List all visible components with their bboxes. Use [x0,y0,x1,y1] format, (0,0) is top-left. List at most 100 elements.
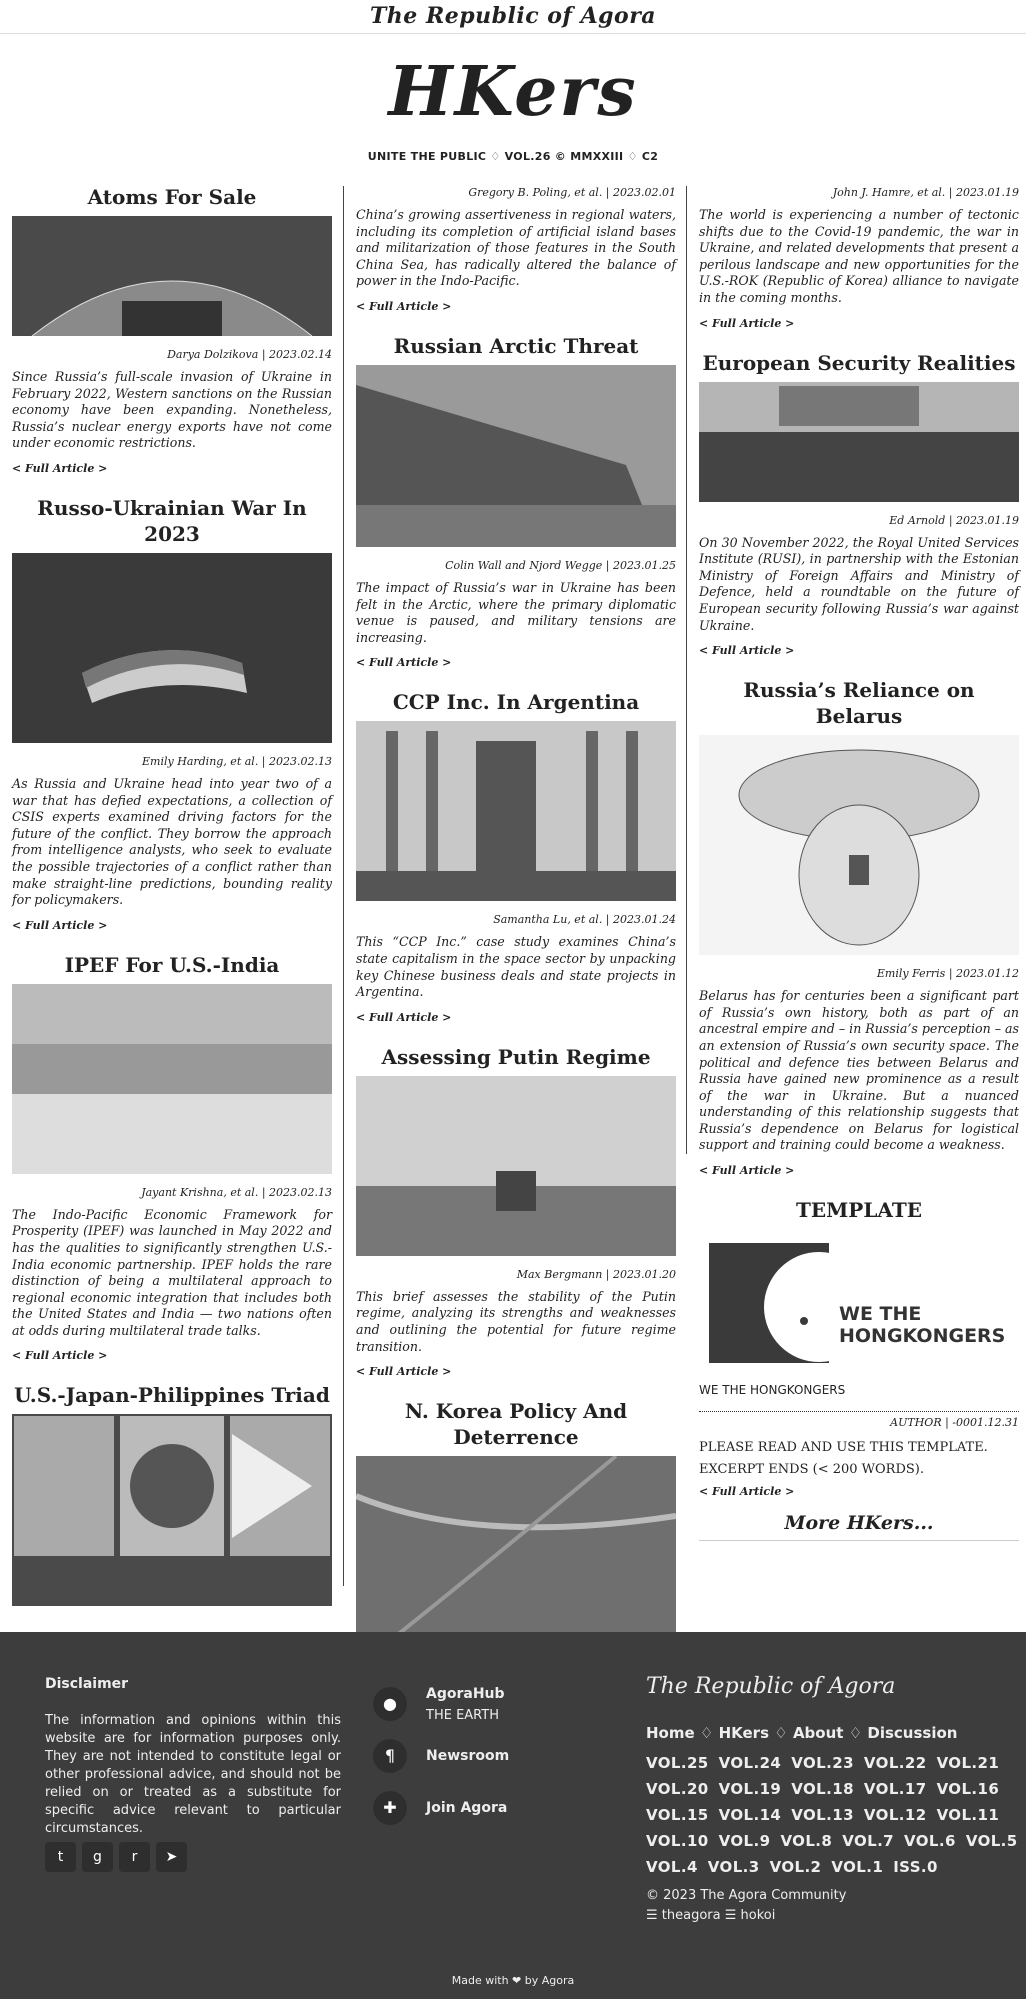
volume-link[interactable]: VOL.3 [708,1858,760,1876]
full-article-link[interactable]: < Full Article > [12,919,332,932]
volume-link[interactable]: VOL.13 [791,1806,854,1824]
telegram-icon[interactable]: ➤ [156,1842,187,1872]
article-excerpt: As Russia and Ukraine head into year two… [12,775,332,908]
twitter-icon[interactable]: t [45,1842,76,1872]
article-image-flags[interactable] [12,1414,332,1607]
footer-site-title[interactable]: The Republic of Agora [646,1674,895,1699]
footer-link-agorahub[interactable]: AgoraHub [426,1686,505,1702]
volume-link[interactable]: VOL.6 [904,1832,956,1850]
github-icon[interactable]: g [82,1842,113,1872]
article-image-rocket[interactable] [356,721,676,902]
full-article-link[interactable]: < Full Article > [699,1485,1019,1498]
full-article-link[interactable]: < Full Article > [356,1011,676,1024]
article-byline: Emily Harding, et al. | 2023.02.13 [142,754,332,768]
more-hkers-link[interactable]: More HKers... [699,1512,1019,1542]
volume-link[interactable]: VOL.25 [646,1754,709,1772]
article-image-reactor[interactable] [12,216,332,336]
volume-link[interactable]: VOL.11 [937,1806,1000,1824]
article-byline: Samantha Lu, et al. | 2023.01.24 [493,913,676,927]
volume-link[interactable]: VOL.20 [646,1780,709,1798]
full-article-link[interactable]: < Full Article > [356,1365,676,1378]
disclaimer-title: Disclaimer [45,1676,129,1692]
nav-hkers[interactable]: HKers [719,1724,769,1742]
article-byline: John J. Hamre, et al. | 2023.01.19 [832,186,1019,199]
footer-link-newsroom[interactable]: Newsroom [426,1748,509,1764]
article-card: IPEF For U.S.-India Jayant Krishna, et a… [12,952,332,1362]
copyright: © 2023 The Agora Community [646,1888,847,1903]
full-article-link[interactable]: < Full Article > [356,656,676,669]
nav-about[interactable]: About [793,1724,844,1742]
volume-link[interactable]: VOL.10 [646,1832,709,1850]
handles[interactable]: ☰ theagora ☰ hokoi [646,1908,775,1923]
reddit-icon[interactable]: r [119,1842,150,1872]
article-title[interactable]: Atoms For Sale [12,184,332,210]
volume-link[interactable]: VOL.19 [719,1780,782,1798]
footer: Disclaimer The information and opinions … [0,1632,1026,1999]
article-title[interactable]: TEMPLATE [699,1197,1019,1223]
full-article-link[interactable]: < Full Article > [699,317,1019,330]
article-title[interactable]: IPEF For U.S.-India [12,952,332,978]
volume-link[interactable]: VOL.4 [646,1858,698,1876]
volume-link[interactable]: VOL.21 [937,1754,1000,1772]
article-excerpt: PLEASE READ AND USE THIS TEMPLATE. [699,1440,988,1456]
volume-link[interactable]: ISS.0 [893,1858,938,1876]
full-article-link[interactable]: < Full Article > [12,1349,332,1362]
template-logo[interactable]: WE THE HONGKONGERS [699,1227,1019,1377]
full-article-link[interactable]: < Full Article > [699,1164,1019,1177]
article-title[interactable]: Assessing Putin Regime [356,1044,676,1070]
article-title[interactable]: U.S.-Japan-Philippines Triad [12,1382,332,1408]
article-image-summit[interactable] [12,983,332,1174]
article-title[interactable]: Russo-Ukrainian War In 2023 [12,495,332,547]
article-image-caricature[interactable] [699,735,1019,956]
full-article-link[interactable]: < Full Article > [356,300,676,313]
article-image-warship[interactable] [356,364,676,547]
volume-link[interactable]: VOL.9 [719,1832,771,1850]
site-title[interactable]: The Republic of Agora [0,0,1026,34]
article-excerpt: Belarus has for centuries been a signifi… [699,988,1019,1153]
nav-discussion[interactable]: Discussion [867,1724,957,1742]
volume-link[interactable]: VOL.7 [842,1832,894,1850]
column-1: Atoms For Sale Darya Dolzikova | 2023.02… [12,184,332,1607]
article-byline: Emily Ferris | 2023.01.12 [876,967,1019,981]
volume-link[interactable]: VOL.5 [966,1832,1018,1850]
article-excerpt: EXCERPT ENDS (< 200 WORDS). [699,1462,924,1478]
template-logo-text: WE THE HONGKONGERS [839,1303,1006,1348]
volume-link[interactable]: VOL.22 [864,1754,927,1772]
tagline: UNITE THE PUBLIC ♢ VOL.26 © MMXXIII ♢ C2 [367,150,659,163]
masthead-title: HKers [388,52,638,132]
volume-link[interactable]: VOL.18 [791,1780,854,1798]
footer-link-join[interactable]: Join Agora [426,1800,507,1816]
article-byline: Darya Dolzikova | 2023.02.14 [167,348,332,361]
volume-link[interactable]: VOL.24 [719,1754,782,1772]
article-image-meeting[interactable] [356,1075,676,1256]
volume-link[interactable]: VOL.1 [831,1858,883,1876]
full-article-link[interactable]: < Full Article > [12,462,332,475]
map-pin-icon: ● [373,1687,407,1721]
template-caption: WE THE HONGKONGERS [699,1383,846,1398]
volume-link[interactable]: VOL.14 [719,1806,782,1824]
disclaimer-text: The information and opinions within this… [45,1713,341,1836]
article-title[interactable]: N. Korea Policy And Deterrence [356,1398,676,1450]
article-excerpt: This “CCP Inc.” case study examines Chin… [356,934,676,1000]
full-article-link[interactable]: < Full Article > [699,644,1019,657]
article-image-satellite[interactable] [356,1456,676,1637]
article-image-nato[interactable] [699,381,1019,502]
volume-link[interactable]: VOL.15 [646,1806,709,1824]
article-byline: Max Bergmann | 2023.01.20 [516,1267,676,1281]
article-excerpt: China’s growing assertiveness in regiona… [356,207,676,289]
volume-link[interactable]: VOL.2 [770,1858,822,1876]
article-title[interactable]: Russian Arctic Threat [356,333,676,359]
article-title[interactable]: Russia’s Reliance on Belarus [699,677,1019,729]
volume-link[interactable]: VOL.8 [780,1832,832,1850]
article-title[interactable]: European Security Realities [699,350,1019,376]
volume-link[interactable]: VOL.17 [864,1780,927,1798]
article-card: Russia’s Reliance on Belarus Emily Ferri… [699,677,1019,1177]
article-title[interactable]: CCP Inc. In Argentina [356,689,676,715]
volume-link[interactable]: VOL.12 [864,1806,927,1824]
nav-home[interactable]: Home [646,1724,695,1742]
volume-link[interactable]: VOL.16 [937,1780,1000,1798]
volume-link[interactable]: VOL.23 [791,1754,854,1772]
article-card: TEMPLATE WE THE HONGKONGERS WE THE HONGK… [699,1197,1019,1498]
article-byline: Colin Wall and Njord Wegge | 2023.01.25 [445,558,676,572]
article-image-flag[interactable] [12,552,332,743]
